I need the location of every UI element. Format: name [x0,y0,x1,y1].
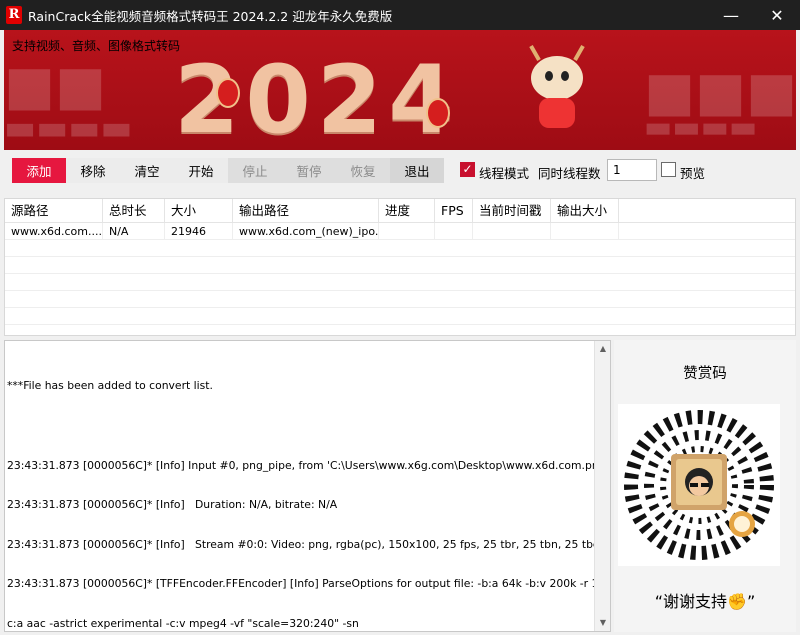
concurrent-threads-input[interactable] [607,159,657,181]
column-header-progress[interactable]: 进度 [379,199,435,223]
table-row[interactable]: www.x6d.com.... N/A 21946 www.x6d.com_(n… [5,223,795,240]
table-row [5,274,795,291]
cell-fps [435,223,473,240]
banner-subtitle: 支持视频、音频、图像格式转码 [12,39,181,53]
log-line: ***File has been added to convert list. [7,379,213,393]
thanks-text: “谢谢支持✊” [654,592,756,611]
exit-button[interactable]: 退出 [390,158,444,183]
file-list-table[interactable]: 源路径 总时长 大小 输出路径 进度 FPS 当前时间戳 输出大小 www.x6… [4,198,796,336]
title-bar: R RainCrack全能视频音频格式转码王 2024.2.2 迎龙年永久免费版… [0,0,800,30]
cell-size: 21946 [165,223,233,240]
donation-qr-code [618,404,780,566]
table-row [5,291,795,308]
table-row [5,308,795,325]
log-line: 23:43:31.873 [0000056C]* [Info] Stream #… [7,537,599,551]
cell-output-size [551,223,619,240]
dragon-icon [529,45,585,128]
table-row [5,240,795,257]
cell-source: www.x6d.com.... [5,223,103,240]
close-button[interactable]: ✕ [754,0,800,30]
column-header-source[interactable]: 源路径 [5,199,103,223]
pause-button[interactable]: 暂停 [282,158,336,183]
log-panel[interactable]: ***File has been added to convert list. … [4,340,611,632]
log-line: 23:43:31.873 [0000056C]* [Info] Input #0… [7,458,611,472]
concurrent-threads-label: 同时线程数 [538,166,601,181]
column-header-duration[interactable]: 总时长 [103,199,165,223]
cell-output-path: www.x6d.com_(new)_ipo... [233,223,379,240]
column-header-fps[interactable]: FPS [435,199,473,223]
scroll-up-icon[interactable]: ▲ [595,341,610,357]
stop-button[interactable]: 停止 [228,158,282,183]
clear-button[interactable]: 清空 [120,158,174,183]
qr-code-icon [618,404,780,566]
cell-timestamp [473,223,551,240]
banner-decoration: ▬▬▬▬ [4,108,133,148]
lantern-icon [216,78,240,108]
banner-decoration: ▬▬▬▬ [644,110,758,145]
add-button[interactable]: 添加 [12,158,66,183]
thread-mode-label: 线程模式 [479,166,530,181]
log-line: 23:43:31.873 [0000056C]* [TFFEncoder.FFE… [7,577,611,591]
log-line: 23:43:31.873 [0000056C]* [Info] Duration… [7,498,338,512]
close-icon: ✕ [770,5,784,25]
column-header-output-size[interactable]: 输出大小 [551,199,619,223]
preview-label: 预览 [680,166,706,181]
donation-title: 赞赏码 [683,366,727,382]
window-title: RainCrack全能视频音频格式转码王 2024.2.2 迎龙年永久免费版 [28,8,393,24]
remove-button[interactable]: 移除 [66,158,120,183]
log-line: c:a aac -astrict experimental -c:v mpeg4… [7,617,359,631]
cell-progress [379,223,435,240]
column-header-output-path[interactable]: 输出路径 [233,199,379,223]
table-header: 源路径 总时长 大小 输出路径 进度 FPS 当前时间戳 输出大小 [5,199,795,223]
log-text: ***File has been added to convert list. … [7,353,611,631]
cell-duration: N/A [103,223,165,240]
column-header-size[interactable]: 大小 [165,199,233,223]
minimize-icon: — [723,5,739,25]
thread-mode-checkbox[interactable]: ✓ [460,162,475,177]
app-icon: R [6,6,22,24]
banner: 支持视频、音频、图像格式转码 ■■ ▬▬▬▬ ■■■ ▬▬▬▬ 2024 [4,30,796,150]
toolbar: 添加 移除 清空 开始 停止 暂停 恢复 退出 ✓ 线程模式 同时线程数 预览 [4,152,796,188]
column-header-timestamp[interactable]: 当前时间戳 [473,199,551,223]
preview-checkbox[interactable] [661,162,676,177]
lantern-icon [426,98,450,128]
donation-panel: 赞赏码 “谢谢支持✊” [614,340,796,632]
minimize-button[interactable]: — [708,0,754,30]
scroll-down-icon[interactable]: ▼ [595,615,610,631]
start-button[interactable]: 开始 [174,158,228,183]
log-scrollbar[interactable]: ▲ ▼ [594,341,610,631]
resume-button[interactable]: 恢复 [336,158,390,183]
table-row [5,257,795,274]
